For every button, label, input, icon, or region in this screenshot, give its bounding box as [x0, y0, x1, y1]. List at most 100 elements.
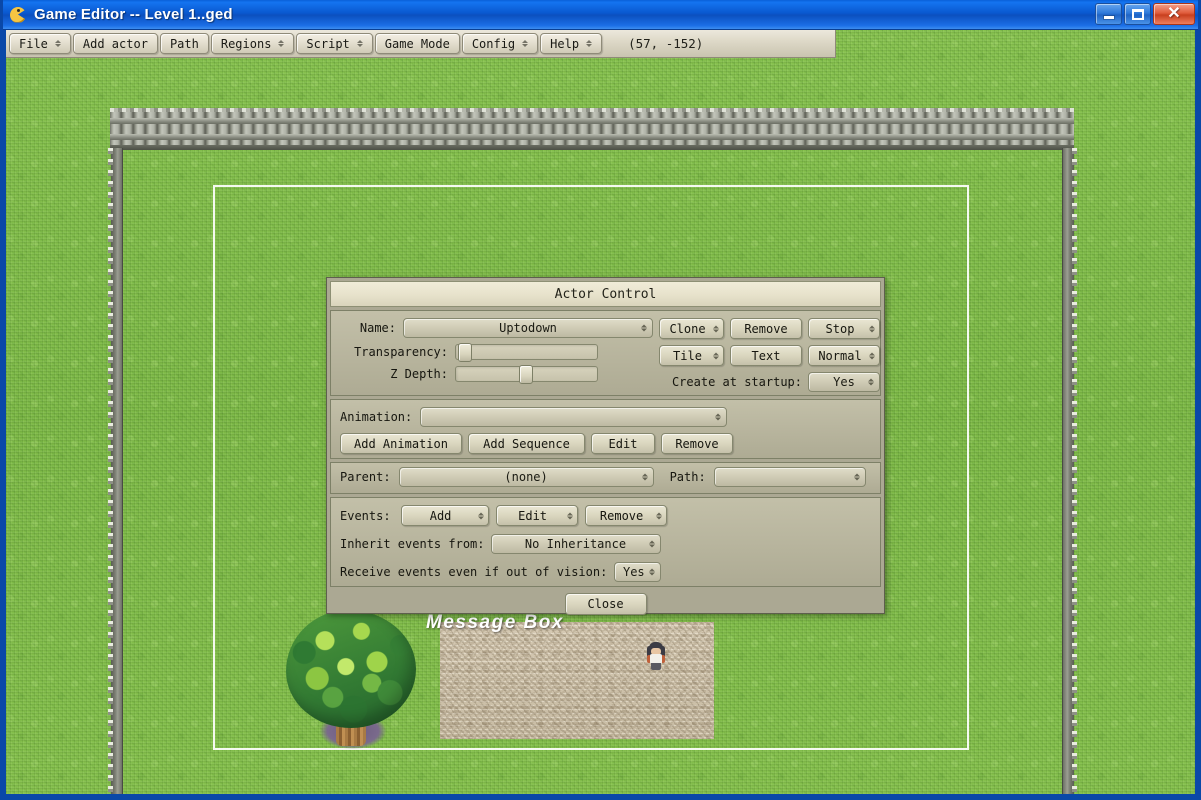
z-depth-slider[interactable] [455, 365, 598, 384]
add-animation-button[interactable]: Add Animation [340, 433, 462, 454]
chevron-updown-icon [713, 352, 719, 359]
menu-item-file-label: File [19, 36, 48, 51]
z-depth-slider-knob[interactable] [519, 365, 533, 384]
chevron-updown-icon [641, 473, 648, 481]
clone-button-label: Clone [669, 321, 706, 336]
normal-button-label: Normal [818, 348, 862, 363]
remove-animation-button-label: Remove [675, 436, 719, 451]
text-button[interactable]: Text [730, 345, 802, 366]
transparency-slider-knob[interactable] [458, 343, 472, 362]
add-sequence-button-label: Add Sequence [483, 436, 570, 451]
parent-path-panel: Parent: (none) Path: [330, 462, 881, 494]
menu-item-path[interactable]: Path [159, 33, 209, 54]
edit-animation-button-label: Edit [608, 436, 638, 451]
cursor-coordinates: (57, -152) [628, 36, 704, 51]
remove-event-button-label: Remove [599, 508, 644, 523]
chevron-updown-icon [586, 40, 593, 47]
remove-animation-button[interactable]: Remove [661, 433, 733, 454]
chevron-updown-icon [54, 40, 61, 47]
path-combo[interactable] [713, 467, 866, 487]
events-panel: Events: Add Edit Remove Inherit events f… [330, 497, 881, 587]
player-actor[interactable] [647, 642, 665, 670]
stop-button-label: Stop [825, 321, 855, 336]
fence-right [1062, 148, 1077, 794]
add-event-button-label: Add [429, 508, 452, 523]
minimize-button[interactable] [1095, 3, 1122, 25]
chevron-updown-icon [869, 352, 875, 359]
edit-animation-button[interactable]: Edit [591, 433, 655, 454]
remove-actor-button-label: Remove [744, 321, 788, 336]
add-event-button[interactable]: Add [400, 505, 489, 526]
chevron-updown-icon [713, 325, 719, 332]
dirt-patch-tile[interactable] [440, 622, 714, 739]
create-at-startup-combo[interactable]: Yes [808, 372, 880, 392]
fence-left [108, 148, 123, 794]
out-of-vision-combo[interactable]: Yes [614, 562, 662, 582]
clone-button[interactable]: Clone [659, 318, 724, 339]
inherit-events-label: Inherit events from: [340, 537, 485, 551]
chevron-updown-icon [566, 512, 573, 519]
tree-actor[interactable] [278, 608, 424, 756]
dialog-title: Actor Control [330, 281, 881, 307]
events-label: Events: [340, 508, 391, 523]
animation-panel: Animation: Add Animation Add Sequence Ed… [330, 399, 881, 459]
chevron-updown-icon [522, 40, 529, 47]
menu-item-regions[interactable]: Regions [210, 33, 295, 54]
transparency-label: Transparency: [354, 345, 448, 359]
menu-item-add-actor[interactable]: Add actor [72, 33, 158, 54]
menu-item-file[interactable]: File [9, 33, 71, 54]
add-sequence-button[interactable]: Add Sequence [468, 433, 585, 454]
actor-name-combo[interactable]: Uptodown [403, 318, 653, 338]
path-label: Path: [669, 470, 706, 484]
parent-combo[interactable]: (none) [398, 467, 654, 487]
chevron-updown-icon [715, 413, 722, 421]
animation-label: Animation: [340, 410, 413, 424]
menu-item-help-label: Help [550, 36, 580, 51]
actor-properties-panel: Name: Uptodown Transparency: Z Depth: Cl… [330, 310, 881, 396]
inherit-events-combo[interactable]: No Inheritance [490, 534, 661, 554]
maximize-button[interactable] [1124, 3, 1151, 25]
out-of-vision-label: Receive events even if out of vision: [340, 565, 608, 579]
menu-item-game-mode[interactable]: Game Mode [374, 33, 460, 54]
chevron-updown-icon [278, 40, 285, 47]
chevron-updown-icon [869, 325, 875, 332]
remove-event-button[interactable]: Remove [584, 505, 667, 526]
edit-event-button-label: Edit [518, 508, 548, 523]
transparency-slider[interactable] [455, 343, 598, 362]
menu-item-script-label: Script [306, 36, 350, 51]
add-animation-button-label: Add Animation [354, 436, 448, 451]
remove-actor-button[interactable]: Remove [730, 318, 802, 339]
dialog-footer: Close [327, 593, 884, 615]
menu-item-script[interactable]: Script [296, 33, 373, 54]
app-root: Game Editor -- Level 1..ged ✕ Message Bo… [0, 0, 1201, 800]
title-bar: Game Editor -- Level 1..ged ✕ [3, 0, 1198, 30]
tile-button[interactable]: Tile [659, 345, 724, 366]
stop-button[interactable]: Stop [808, 318, 880, 339]
out-of-vision-value: Yes [622, 565, 645, 579]
close-button[interactable]: ✕ [1153, 3, 1195, 25]
window-frame: Game Editor -- Level 1..ged ✕ Message Bo… [0, 0, 1201, 800]
pacman-icon [8, 5, 28, 25]
animation-combo[interactable] [420, 407, 728, 427]
chevron-updown-icon [853, 473, 860, 481]
menu-item-regions-label: Regions [220, 36, 272, 51]
chevron-updown-icon [649, 568, 656, 576]
edit-event-button[interactable]: Edit [495, 505, 578, 526]
close-dialog-button[interactable]: Close [564, 593, 647, 615]
text-button-label: Text [751, 348, 781, 363]
fence-top [110, 108, 1074, 150]
window-title: Game Editor -- Level 1..ged [34, 6, 233, 23]
game-canvas[interactable]: Message Box File Add actor Path Regions [6, 30, 1195, 794]
name-label: Name: [359, 321, 396, 335]
chevron-updown-icon [868, 378, 874, 386]
chevron-updown-icon [655, 512, 662, 519]
chevron-updown-icon [356, 40, 363, 47]
minimize-icon [1103, 16, 1114, 19]
tile-button-label: Tile [673, 348, 702, 363]
message-box-actor[interactable]: Message Box [426, 612, 564, 634]
menu-item-config[interactable]: Config [461, 33, 539, 54]
menu-item-help[interactable]: Help [540, 33, 603, 54]
inherit-events-value: No Inheritance [524, 537, 627, 551]
close-dialog-button-label: Close [587, 597, 624, 611]
normal-button[interactable]: Normal [808, 345, 880, 366]
